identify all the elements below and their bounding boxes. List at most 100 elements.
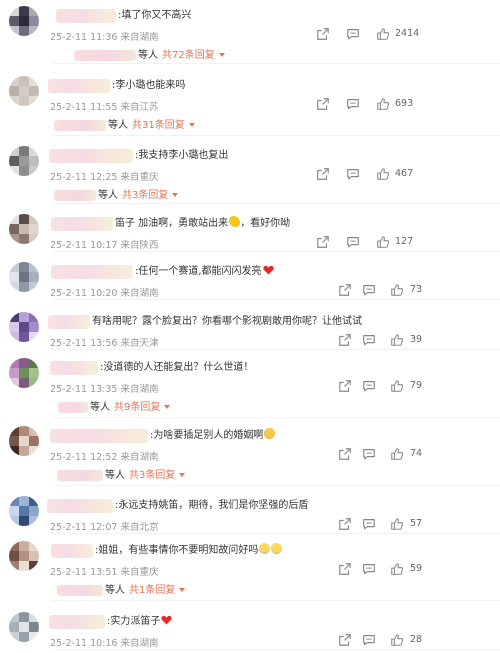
- divider: [52, 349, 500, 350]
- avatar[interactable]: [9, 612, 39, 642]
- replier-redacted: [58, 401, 88, 413]
- comment-icon[interactable]: [346, 235, 360, 249]
- comment-item: :为啥要插足别人的婚姻啊 25-2-11 12:52 来自湖南 74 等人 共3条回复: [0, 420, 500, 486]
- divider: [52, 135, 500, 136]
- replier-redacted: [54, 119, 106, 131]
- thumbs-up-icon[interactable]: [376, 167, 390, 181]
- share-icon[interactable]: [338, 379, 352, 393]
- thumbs-up-icon[interactable]: [390, 633, 404, 647]
- thumbs-up-icon[interactable]: [376, 235, 390, 249]
- avatar[interactable]: [9, 312, 39, 342]
- comment-item: 有啥用呢？露个脸复出？你看哪个影视剧敢用你呢？让他试试 25-2-11 13:56…: [0, 306, 500, 350]
- username-redacted[interactable]: [49, 149, 133, 163]
- comment-icon[interactable]: [362, 517, 376, 531]
- share-icon[interactable]: [338, 447, 352, 461]
- comment-icon[interactable]: [346, 97, 360, 111]
- like-count: 74: [410, 448, 423, 459]
- share-icon[interactable]: [316, 27, 330, 41]
- comment-actions: 2414: [306, 26, 486, 42]
- thumbs-up-icon[interactable]: [376, 97, 390, 111]
- avatar[interactable]: [9, 146, 39, 176]
- comment-actions: 79: [306, 378, 486, 394]
- reply-who: 等人: [90, 402, 110, 413]
- thumbs-up-icon[interactable]: [390, 333, 404, 347]
- comment-item: :实力派笛子 25-2-11 10:16 来自湖南 28: [0, 606, 500, 650]
- comment-location: 来自湖南: [120, 288, 159, 299]
- comment-meta: 25-2-11 11:36 来自湖南: [50, 29, 159, 43]
- divider: [52, 533, 500, 534]
- comment-location: 来自陕西: [120, 240, 159, 251]
- comment-icon[interactable]: [362, 283, 376, 297]
- comment-location: 来自湖南: [120, 452, 159, 463]
- username-redacted[interactable]: [48, 79, 110, 93]
- username-redacted[interactable]: [49, 615, 105, 629]
- thumbs-up-icon[interactable]: [390, 517, 404, 531]
- flexed-biceps-emoji: [229, 216, 241, 227]
- comment-time: 25-2-11 12:07: [50, 522, 118, 533]
- divider: [52, 63, 500, 64]
- thumbs-up-icon[interactable]: [390, 283, 404, 297]
- comment-icon[interactable]: [346, 167, 360, 181]
- username-redacted[interactable]: [50, 361, 98, 375]
- comment-time: 25-2-11 10:16: [50, 638, 118, 649]
- avatar[interactable]: [9, 76, 39, 106]
- avatar[interactable]: [9, 496, 39, 526]
- thumbs-up-icon[interactable]: [390, 562, 404, 576]
- share-icon[interactable]: [338, 333, 352, 347]
- reply-summary: 等人 共3条回复: [57, 466, 186, 481]
- comment-item: :任何一个赛道,都能闪闪发亮 25-2-11 10:20 来自湖南 73: [0, 256, 500, 300]
- avatar[interactable]: [9, 426, 39, 456]
- crying-face-emoji: [259, 543, 271, 554]
- avatar[interactable]: [9, 262, 39, 292]
- share-icon[interactable]: [338, 633, 352, 647]
- like-count: 28: [410, 634, 423, 645]
- view-replies-link[interactable]: 共3条回复: [122, 190, 179, 201]
- thumbs-up-icon[interactable]: [390, 379, 404, 393]
- avatar[interactable]: [9, 358, 39, 388]
- comment-icon[interactable]: [362, 447, 376, 461]
- view-replies-link[interactable]: 共9条回复: [114, 402, 171, 413]
- username-redacted[interactable]: [51, 265, 133, 279]
- username-redacted[interactable]: [51, 544, 93, 558]
- comment-icon[interactable]: [362, 562, 376, 576]
- avatar[interactable]: [9, 541, 39, 571]
- comment-time: 25-2-11 12:52: [50, 452, 118, 463]
- username-redacted[interactable]: [50, 429, 148, 443]
- view-replies-link[interactable]: 共72条回复: [162, 50, 225, 61]
- replier-redacted: [57, 584, 103, 596]
- share-icon[interactable]: [316, 97, 330, 111]
- comment-icon[interactable]: [346, 27, 360, 41]
- comment-icon[interactable]: [362, 633, 376, 647]
- share-icon[interactable]: [338, 562, 352, 576]
- avatar[interactable]: [9, 6, 39, 36]
- reply-summary: 等人 共72条回复: [74, 46, 225, 61]
- thumbs-up-icon[interactable]: [376, 27, 390, 41]
- reply-who: 等人: [138, 50, 158, 61]
- view-replies-link[interactable]: 共1条回复: [129, 585, 186, 596]
- share-icon[interactable]: [316, 167, 330, 181]
- comment-actions: 693: [306, 96, 486, 112]
- comment-icon[interactable]: [362, 333, 376, 347]
- reply-summary: 等人 共31条回复: [54, 116, 195, 131]
- comment-icon[interactable]: [362, 379, 376, 393]
- username-redacted[interactable]: [47, 499, 113, 513]
- username-redacted[interactable]: [51, 217, 113, 231]
- angry-face-emoji: [264, 428, 276, 439]
- thumbs-up-icon[interactable]: [390, 447, 404, 461]
- replier-redacted: [74, 49, 136, 61]
- comment-actions: 57: [306, 516, 486, 532]
- view-replies-link[interactable]: 共31条回复: [132, 120, 195, 131]
- caret-down-icon: [218, 53, 225, 57]
- comment-item: :没道德的人还能复出？什么世道！ 25-2-11 13:35 来自湖南 79 等人 共9…: [0, 352, 500, 418]
- comment-time: 25-2-11 10:20: [50, 288, 118, 299]
- share-icon[interactable]: [338, 517, 352, 531]
- share-icon[interactable]: [316, 235, 330, 249]
- comment-item: :姐姐，有些事情你不要明知故问好吗 25-2-11 13:51 来自重庆 59 等人共…: [0, 535, 500, 601]
- share-icon[interactable]: [338, 283, 352, 297]
- caret-down-icon: [172, 193, 179, 197]
- view-replies-link[interactable]: 共3条回复: [129, 470, 186, 481]
- caret-down-icon: [179, 473, 186, 477]
- username-redacted[interactable]: [56, 9, 116, 23]
- avatar[interactable]: [9, 214, 39, 244]
- username-redacted[interactable]: [48, 315, 90, 329]
